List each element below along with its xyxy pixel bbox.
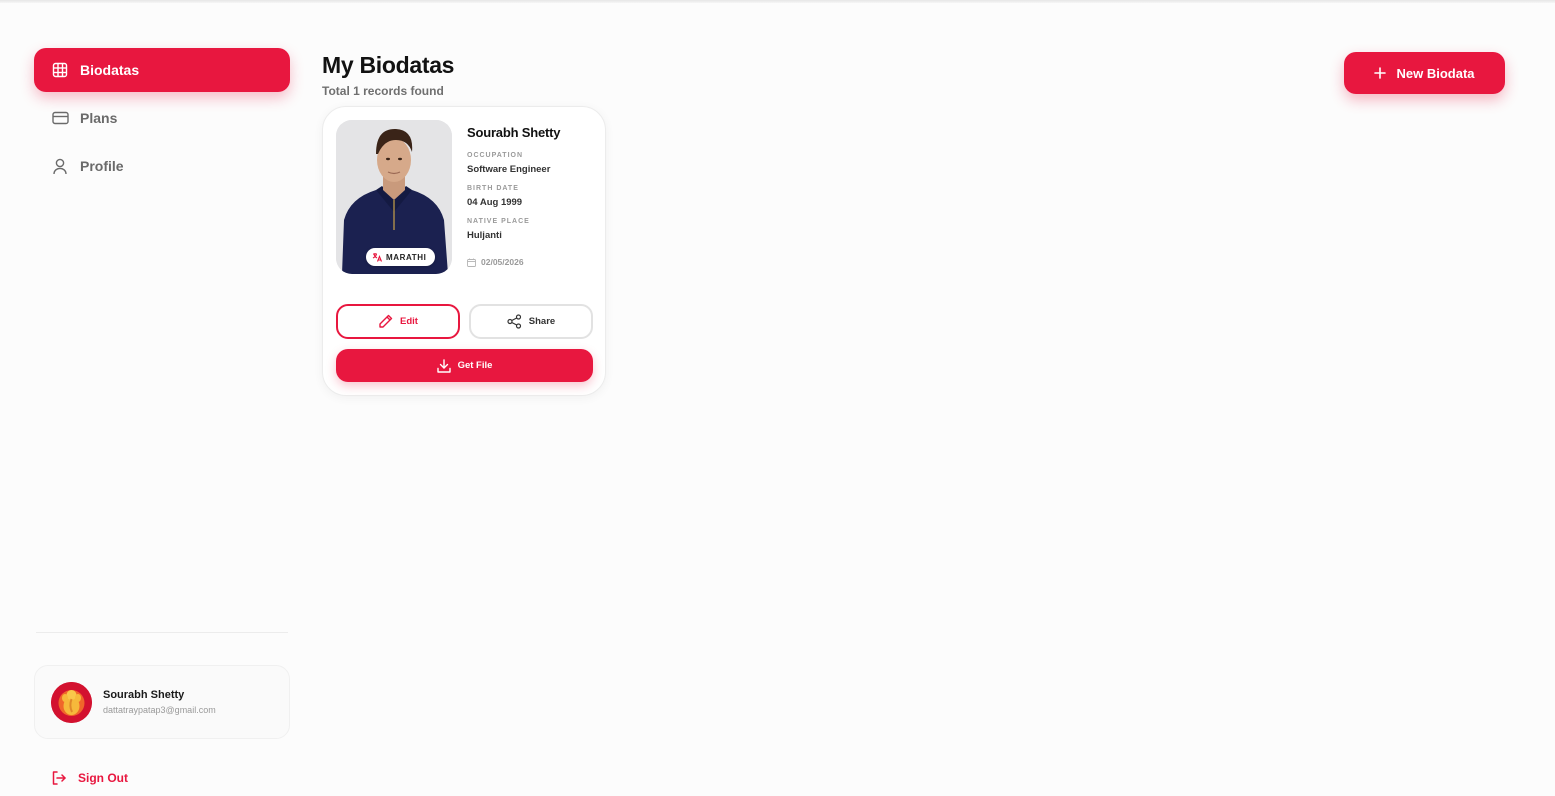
logout-icon (51, 770, 67, 786)
language-label: MARATHI (386, 252, 427, 262)
user-card[interactable]: Sourabh Shetty dattatraypatap3@gmail.com (34, 665, 290, 739)
edit-button[interactable]: Edit (336, 304, 460, 339)
avatar (51, 681, 92, 723)
edit-label: Edit (400, 316, 418, 327)
sidebar: Biodatas Plans Profile Sourabh Shetty da… (34, 48, 290, 796)
language-badge: MARATHI (366, 248, 435, 266)
birth-date-value: 04 Aug 1999 (467, 197, 523, 208)
share-button[interactable]: Share (469, 304, 593, 339)
sidebar-item-label: Biodatas (80, 62, 140, 78)
sign-out-label: Sign Out (78, 771, 128, 785)
records-count: Total 1 records found (322, 84, 444, 98)
share-label: Share (528, 316, 556, 327)
person-name: Sourabh Shetty (467, 125, 561, 140)
translate-icon (372, 252, 382, 262)
sidebar-item-profile[interactable]: Profile (34, 144, 290, 188)
user-info: Sourabh Shetty dattatraypatap3@gmail.com (103, 689, 216, 715)
occupation-value: Software Engineer (467, 164, 551, 175)
birth-date-label: BIRTH DATE (467, 185, 519, 192)
created-date: 02/05/2026 (467, 257, 524, 267)
sidebar-item-biodatas[interactable]: Biodatas (34, 48, 290, 92)
new-biodata-button[interactable]: New Biodata (1344, 52, 1505, 94)
created-date-value: 02/05/2026 (481, 257, 524, 267)
occupation-label: OCCUPATION (467, 152, 524, 159)
sidebar-divider (36, 632, 288, 633)
user-name: Sourabh Shetty (103, 689, 185, 701)
pencil-icon (378, 314, 393, 329)
native-place-value: Huljanti (467, 230, 502, 241)
new-biodata-label: New Biodata (1396, 65, 1475, 81)
grid-icon (51, 61, 69, 79)
page-title: My Biodatas (322, 52, 455, 78)
top-border (0, 0, 1555, 3)
download-icon (436, 358, 451, 373)
sign-out-button[interactable]: Sign Out (51, 768, 128, 788)
calendar-icon (467, 258, 476, 267)
share-icon (507, 314, 522, 329)
get-file-label: Get File (457, 360, 493, 371)
biodata-card: MARATHI Sourabh Shetty OCCUPATION Softwa… (322, 106, 606, 396)
sidebar-item-label: Profile (80, 158, 124, 174)
plus-icon (1374, 67, 1387, 79)
native-place-label: NATIVE PLACE (467, 218, 530, 225)
profile-photo: MARATHI (336, 120, 452, 274)
sidebar-item-label: Plans (80, 110, 118, 126)
get-file-button[interactable]: Get File (336, 349, 593, 382)
user-email: dattatraypatap3@gmail.com (103, 705, 216, 715)
sidebar-item-plans[interactable]: Plans (34, 96, 290, 140)
user-icon (51, 157, 69, 175)
credit-card-icon (51, 109, 69, 127)
